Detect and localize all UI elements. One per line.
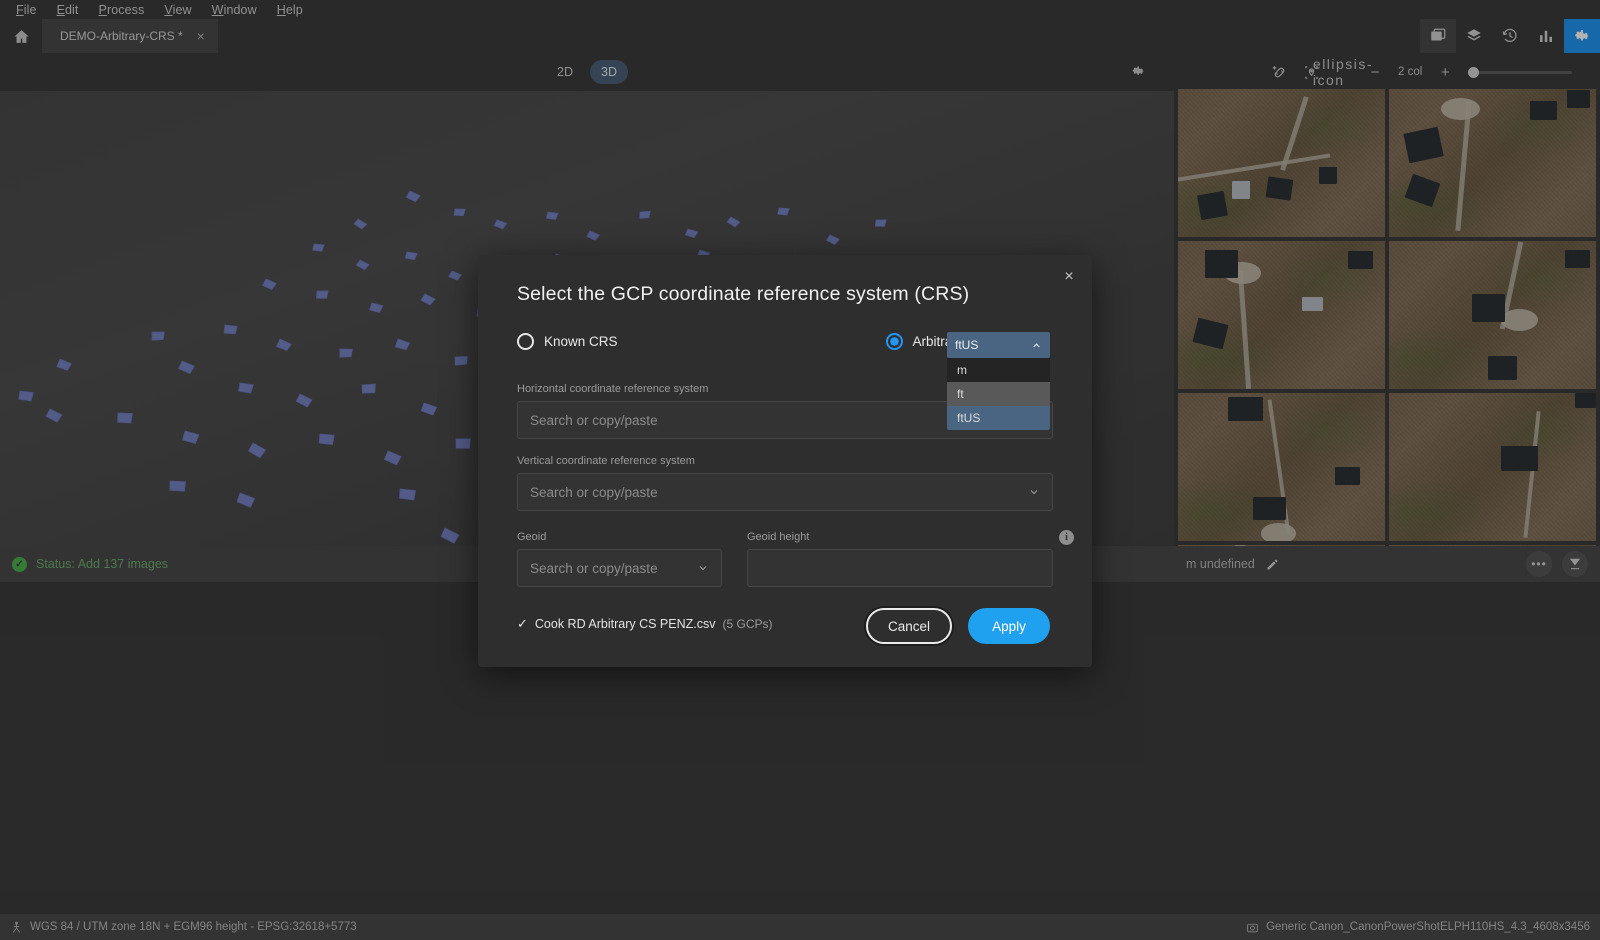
radio-known-crs[interactable]: Known CRS (517, 333, 618, 350)
horizontal-crs-label: Horizontal coordinate reference system (517, 383, 708, 395)
gcp-file-name: Cook RD Arbitrary CS PENZ.csv (535, 617, 716, 631)
unit-option-ft[interactable]: ft (947, 382, 1050, 406)
vertical-crs-label: Vertical coordinate reference system (517, 455, 695, 467)
geoid-height-label: Geoid height (747, 531, 809, 543)
gcp-check-icon: ✓ (517, 616, 528, 632)
vertical-crs-placeholder: Search or copy/paste (530, 485, 658, 500)
cancel-button[interactable]: Cancel (866, 608, 952, 644)
apply-button[interactable]: Apply (968, 608, 1050, 644)
radio-known-crs-indicator (517, 333, 534, 350)
chevron-down-icon[interactable] (697, 562, 709, 574)
unit-select-value: ftUS (955, 338, 978, 352)
geoid-height-input[interactable] (747, 549, 1053, 587)
application-window: File Edit Process View Window Help DEMO-… (0, 0, 1600, 940)
unit-option-m[interactable]: m (947, 358, 1050, 382)
geoid-input[interactable]: Search or copy/paste (517, 549, 722, 587)
chevron-down-icon[interactable] (1028, 486, 1040, 498)
unit-option-ftus[interactable]: ftUS (947, 406, 1050, 430)
radio-arbitrary-crs-indicator (886, 333, 903, 350)
chevron-up-icon (1031, 340, 1042, 351)
radio-known-crs-label: Known CRS (544, 334, 618, 349)
gcp-crs-dialog: × Select the GCP coordinate reference sy… (478, 255, 1092, 667)
vertical-crs-input[interactable]: Search or copy/paste (517, 473, 1053, 511)
gcp-count-label: (5 GCPs) (723, 617, 773, 631)
geoid-label: Geoid (517, 531, 546, 543)
geoid-placeholder: Search or copy/paste (530, 561, 658, 576)
gcp-file-row: ✓ Cook RD Arbitrary CS PENZ.csv (5 GCPs) (517, 616, 773, 632)
dialog-close-button[interactable]: × (1060, 269, 1078, 287)
dialog-title: Select the GCP coordinate reference syst… (517, 283, 969, 306)
unit-select-button[interactable]: ftUS (947, 332, 1050, 358)
unit-select-dropdown[interactable]: m ft ftUS (947, 358, 1050, 430)
info-icon[interactable]: i (1059, 530, 1074, 545)
